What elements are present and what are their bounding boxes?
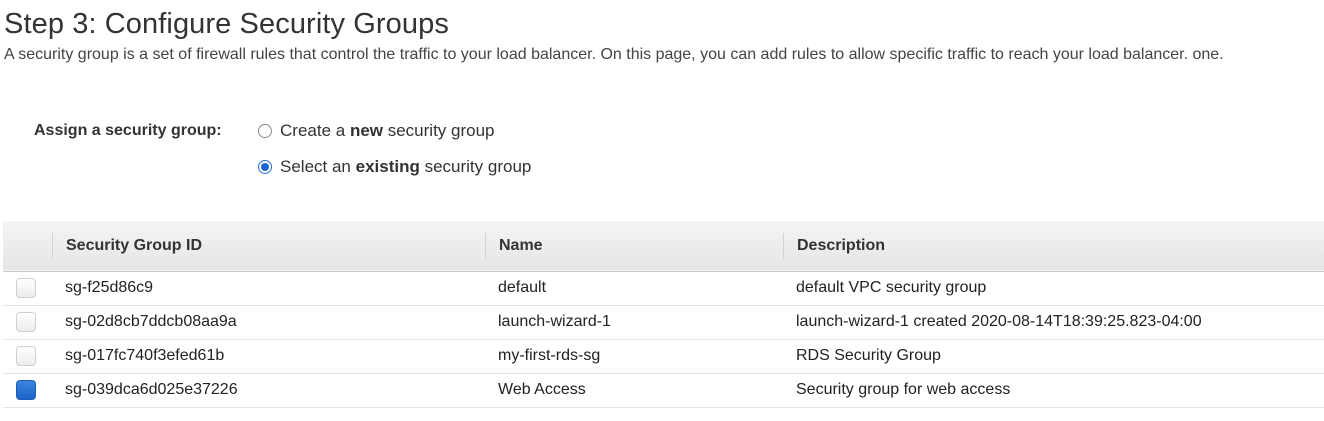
security-group-name: launch-wizard-1 bbox=[498, 313, 611, 330]
security-group-description: launch-wizard-1 created 2020-08-14T18:39… bbox=[796, 313, 1202, 330]
page-title: Step 3: Configure Security Groups bbox=[4, 8, 449, 40]
column-header-security-group-id[interactable]: Security Group ID bbox=[52, 221, 485, 271]
row-checkbox[interactable] bbox=[16, 278, 36, 298]
create-new-security-group-option[interactable]: Create a new security group bbox=[258, 121, 495, 141]
row-checkbox[interactable] bbox=[16, 380, 36, 400]
security-group-description: RDS Security Group bbox=[796, 347, 941, 364]
security-group-name: Web Access bbox=[498, 381, 586, 398]
table-header-row: Security Group ID Name Description bbox=[3, 221, 1324, 271]
security-group-description: Security group for web access bbox=[796, 381, 1011, 398]
security-group-id: sg-02d8cb7ddcb08aa9a bbox=[65, 313, 237, 330]
security-group-name: my-first-rds-sg bbox=[498, 347, 601, 364]
create-new-radio[interactable] bbox=[258, 124, 272, 138]
security-group-name: default bbox=[498, 279, 547, 296]
row-checkbox[interactable] bbox=[16, 312, 36, 332]
table-row[interactable]: sg-02d8cb7ddcb08aa9a launch-wizard-1 lau… bbox=[3, 305, 1324, 339]
select-existing-label: Select an existing security group bbox=[280, 157, 532, 176]
page-description: A security group is a set of firewall ru… bbox=[4, 46, 1224, 63]
row-checkbox[interactable] bbox=[16, 346, 36, 366]
table-row[interactable]: sg-f25d86c9 default default VPC security… bbox=[3, 271, 1324, 305]
create-new-label: Create a new security group bbox=[280, 121, 495, 140]
table-row[interactable]: sg-017fc740f3efed61b my-first-rds-sg RDS… bbox=[3, 339, 1324, 373]
security-group-id: sg-f25d86c9 bbox=[65, 279, 154, 296]
select-existing-security-group-option[interactable]: Select an existing security group bbox=[258, 157, 531, 177]
table-row[interactable]: sg-039dca6d025e37226 Web Access Security… bbox=[3, 373, 1324, 407]
select-column-header bbox=[3, 221, 52, 271]
assign-security-group-label: Assign a security group: bbox=[34, 122, 222, 139]
security-groups-table: Security Group ID Name Description sg-f2… bbox=[3, 221, 1324, 408]
security-group-description: default VPC security group bbox=[796, 279, 987, 296]
column-header-name[interactable]: Name bbox=[485, 221, 783, 271]
security-group-id: sg-017fc740f3efed61b bbox=[65, 347, 225, 364]
security-group-id: sg-039dca6d025e37226 bbox=[65, 381, 238, 398]
column-header-description[interactable]: Description bbox=[783, 221, 1324, 271]
select-existing-radio[interactable] bbox=[258, 160, 272, 174]
